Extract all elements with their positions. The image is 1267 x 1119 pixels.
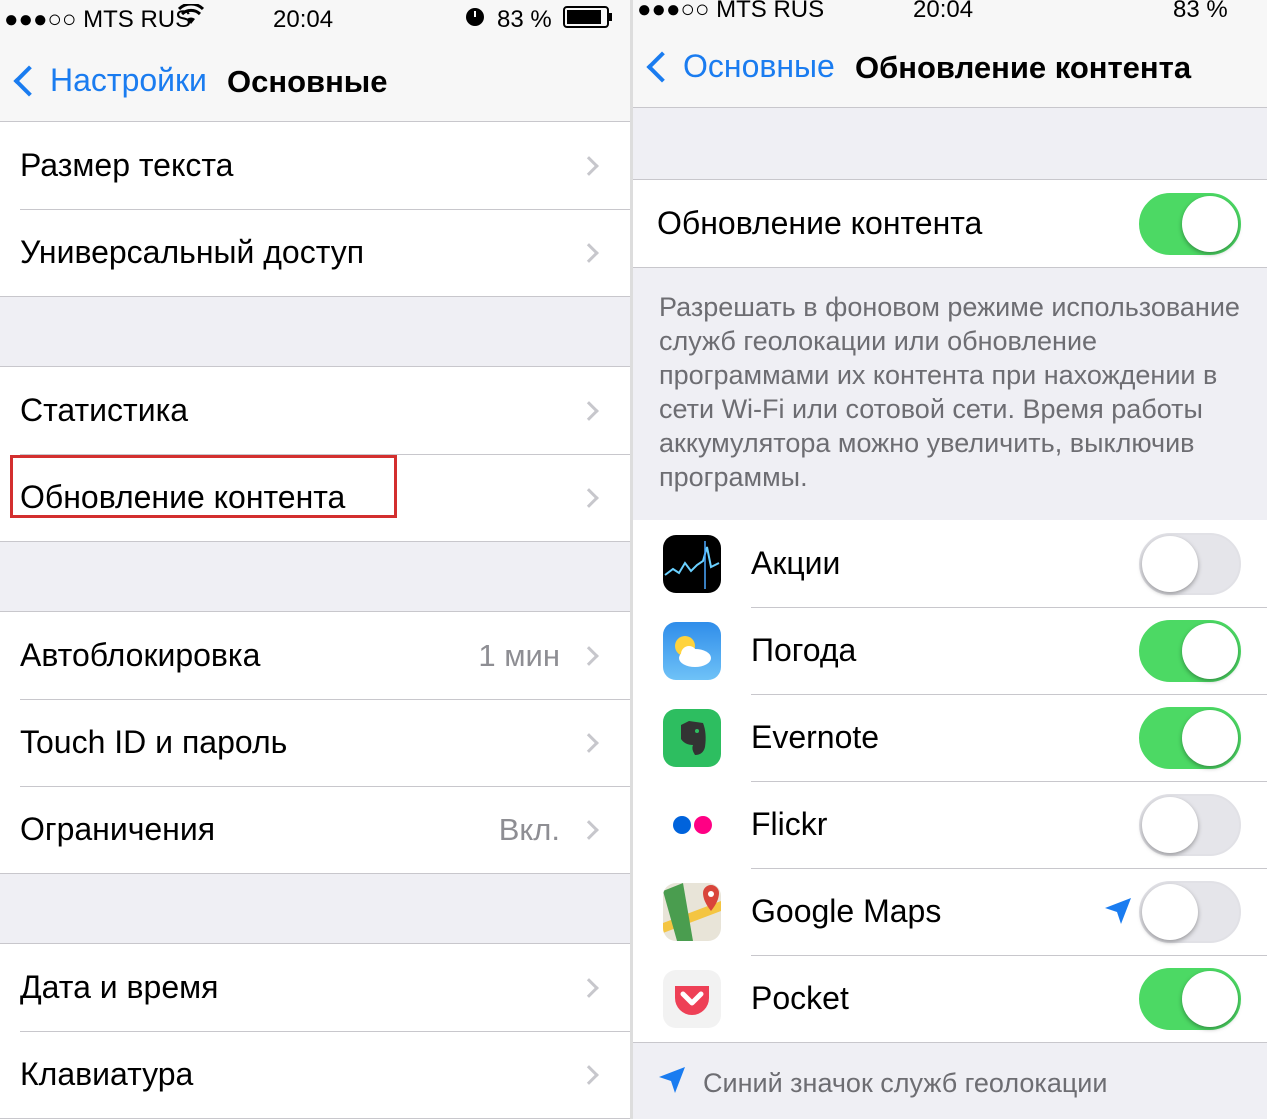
chevron-left-icon	[13, 64, 45, 97]
app-name: Акции	[751, 545, 841, 581]
back-label: Основные	[683, 48, 835, 84]
back-button[interactable]: Настройки	[6, 62, 207, 99]
status-bar: ●●●○○ MTS RUS 20:04 83 %	[633, 0, 1267, 32]
pocket-icon	[663, 969, 721, 1028]
settings-row-text-size[interactable]: Размер текста	[0, 122, 630, 209]
app-row-weather: Погода	[633, 607, 1267, 694]
flickr-toggle[interactable]	[1139, 793, 1241, 856]
settings-group-2: Статистика Обновление контента	[0, 367, 630, 542]
page-title: Обновление контента	[855, 50, 1192, 85]
location-note-text: Синий значок служб геолокации	[703, 1068, 1108, 1098]
page-title: Основные	[227, 64, 388, 99]
google-maps-toggle[interactable]	[1139, 880, 1241, 943]
navigation-bar: Настройки Основные	[0, 44, 630, 122]
clock: 20:04	[913, 0, 974, 23]
location-note: Синий значок служб геолокации	[633, 1043, 1267, 1119]
battery-percent: 83 %	[1173, 0, 1228, 23]
chevron-right-icon	[579, 242, 599, 263]
settings-row-accessibility[interactable]: Универсальный доступ	[0, 209, 630, 296]
background-refresh-toggle[interactable]	[1139, 192, 1241, 255]
row-label: Дата и время	[20, 969, 219, 1005]
row-label: Клавиатура	[20, 1056, 194, 1092]
carrier-label: ●●●○○ MTS RUS	[4, 6, 192, 33]
row-label: Универсальный доступ	[20, 234, 365, 270]
description-footer: Разрешать в фоновом режиме использование…	[659, 292, 1240, 492]
app-name: Flickr	[751, 806, 828, 842]
settings-row-auto-lock[interactable]: Автоблокировка 1 мин	[0, 612, 630, 699]
settings-group-4: Дата и время Клавиатура	[0, 944, 630, 1119]
stocks-icon	[663, 534, 721, 593]
back-button[interactable]: Основные	[639, 48, 835, 85]
app-row-google-maps: Google Maps	[633, 868, 1267, 955]
chevron-right-icon	[579, 155, 599, 176]
app-name: Evernote	[751, 719, 880, 755]
settings-group-3: Автоблокировка 1 мин Touch ID и пароль О…	[0, 612, 630, 874]
settings-row-touch-id[interactable]: Touch ID и пароль	[0, 699, 630, 786]
location-arrow-icon	[657, 1065, 687, 1102]
row-detail: Вкл.	[498, 811, 560, 847]
wifi-icon	[177, 2, 205, 33]
chevron-right-icon	[579, 1064, 599, 1085]
back-label: Настройки	[50, 62, 207, 98]
weather-toggle[interactable]	[1139, 619, 1241, 682]
settings-row-keyboard[interactable]: Клавиатура	[0, 1031, 630, 1118]
evernote-toggle[interactable]	[1139, 706, 1241, 769]
app-name: Pocket	[751, 980, 849, 1016]
app-name: Google Maps	[751, 893, 942, 929]
group-spacer	[0, 874, 630, 944]
weather-icon	[663, 621, 721, 680]
evernote-icon	[663, 708, 721, 767]
chevron-right-icon	[579, 487, 599, 508]
group-spacer	[0, 542, 630, 612]
location-arrow-icon	[1103, 896, 1133, 934]
row-label: Размер текста	[20, 147, 234, 183]
app-row-evernote: Evernote	[633, 694, 1267, 781]
group-spacer	[633, 108, 1267, 180]
row-label: Ограничения	[20, 811, 216, 847]
row-label: Обновление контента	[657, 205, 983, 241]
alarm-icon	[463, 4, 487, 35]
chevron-right-icon	[579, 819, 599, 840]
app-row-flickr: Flickr	[633, 781, 1267, 868]
status-bar: ●●●○○ MTS RUS 20:04 83 %	[0, 0, 630, 44]
settings-row-usage[interactable]: Статистика	[0, 367, 630, 454]
row-label: Автоблокировка	[20, 637, 261, 673]
chevron-right-icon	[579, 732, 599, 753]
row-label: Статистика	[20, 392, 189, 428]
stocks-toggle[interactable]	[1139, 532, 1241, 595]
group-spacer	[0, 297, 630, 367]
chevron-right-icon	[579, 977, 599, 998]
battery-icon	[563, 6, 613, 35]
master-toggle-group: Обновление контента	[633, 180, 1267, 268]
row-label: Обновление контента	[20, 479, 346, 515]
app-row-pocket: Pocket	[633, 955, 1267, 1042]
apps-group: Акции Погода Evernote Flickr Google Maps…	[633, 520, 1267, 1043]
chevron-left-icon	[646, 50, 678, 83]
general-settings-screen: ●●●○○ MTS RUS 20:04 83 % Настройки Основ…	[0, 0, 630, 1119]
settings-row-background-refresh-master: Обновление контента	[633, 180, 1267, 267]
app-row-stocks: Акции	[633, 520, 1267, 607]
battery-percent: 83 %	[497, 6, 552, 33]
row-detail: 1 мин	[478, 637, 560, 673]
chevron-right-icon	[579, 400, 599, 421]
settings-row-restrictions[interactable]: Ограничения Вкл.	[0, 786, 630, 873]
app-name: Погода	[751, 632, 857, 668]
row-label: Touch ID и пароль	[20, 724, 288, 760]
settings-row-background-refresh[interactable]: Обновление контента	[0, 454, 630, 541]
background-refresh-screen: ●●●○○ MTS RUS 20:04 83 % Основные Обновл…	[633, 0, 1267, 1119]
carrier-label: ●●●○○ MTS RUS	[637, 0, 825, 23]
google-maps-icon	[663, 882, 721, 941]
settings-group-1: Размер текста Универсальный доступ	[0, 122, 630, 297]
settings-row-date-time[interactable]: Дата и время	[0, 944, 630, 1031]
navigation-bar: Основные Обновление контента	[633, 32, 1267, 108]
flickr-icon	[663, 795, 721, 854]
clock: 20:04	[273, 6, 334, 33]
pocket-toggle[interactable]	[1139, 967, 1241, 1030]
chevron-right-icon	[579, 645, 599, 666]
